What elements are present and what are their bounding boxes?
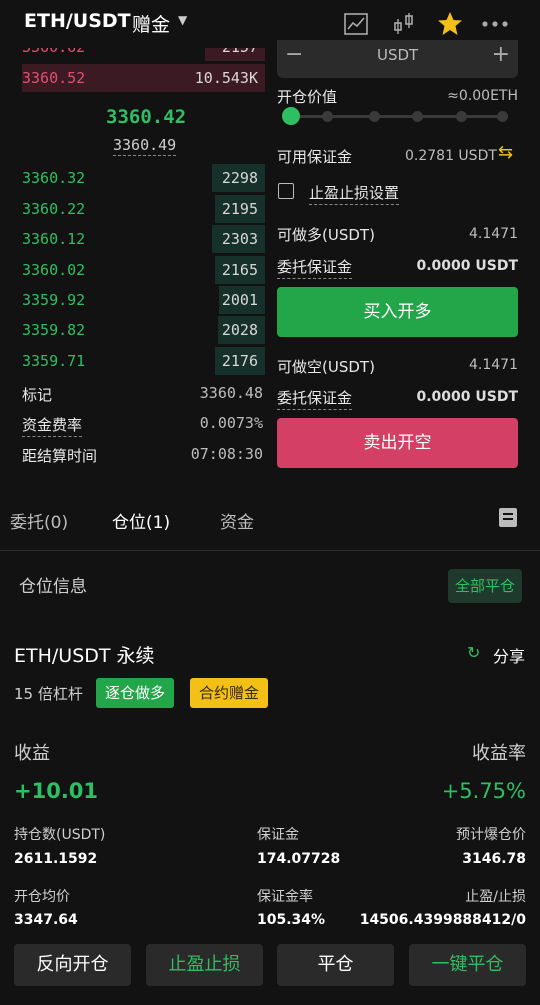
pnl-value: +10.01	[14, 779, 99, 803]
buy-price: 3359.71	[22, 352, 86, 370]
margin-rate-label: 保证金率	[257, 889, 313, 905]
margin-long-label[interactable]: 委托保证金	[277, 256, 353, 279]
buy-qty: 2028	[221, 321, 258, 339]
buy-price: 3359.92	[22, 291, 86, 309]
slider-handle[interactable]	[282, 107, 300, 125]
candlestick-icon[interactable]	[390, 10, 418, 38]
position-section-title: 仓位信息	[19, 577, 87, 597]
orderbook-sell-row[interactable]: 3360.52 10.543K	[0, 63, 265, 93]
pair-title[interactable]: ETH/USDT	[24, 10, 131, 32]
sell-price: 3360.62	[22, 48, 85, 56]
buy-qty: 2176	[221, 352, 258, 370]
margin-rate-value: 105.34%	[257, 912, 326, 928]
amount-stepper[interactable]: − USDT +	[277, 40, 518, 78]
divider	[0, 550, 540, 551]
open-value: ≈0.00ETH	[447, 88, 518, 104]
chevron-down-icon[interactable]: ▼	[178, 13, 187, 27]
tab-positions[interactable]: 仓位(1)	[112, 508, 170, 533]
orderbook-buy-row[interactable]: 3360.22 2195	[0, 194, 265, 224]
size-label: 持仓数(USDT)	[14, 827, 106, 843]
margin-label: 保证金	[257, 827, 299, 843]
orderbook-buy-row[interactable]: 3359.92 2001	[0, 285, 265, 315]
orderbook-buy-row[interactable]: 3360.02 2165	[0, 255, 265, 285]
plus-icon[interactable]: +	[492, 42, 510, 67]
sell-short-button[interactable]: 卖出开空	[277, 418, 518, 468]
tab-orders[interactable]: 委托(0)	[10, 508, 68, 533]
mark-label: 标记	[22, 386, 53, 404]
sell-price: 3360.52	[22, 69, 86, 87]
minus-icon[interactable]: −	[285, 42, 303, 67]
tpsl-checkbox[interactable]	[278, 183, 294, 199]
list-icon[interactable]	[499, 508, 517, 527]
tab-assets[interactable]: 资金	[220, 508, 254, 533]
sell-qty: 10.543K	[194, 69, 258, 87]
buy-price: 3360.32	[22, 169, 86, 187]
funding-value: 0.0073%	[199, 414, 263, 432]
amount-slider[interactable]	[282, 107, 508, 125]
close-all-button[interactable]: 全部平仓	[448, 569, 522, 603]
orderbook-buy-row[interactable]: 3359.71 2176	[0, 346, 265, 376]
pnl-label: 收益	[14, 743, 50, 764]
pnl-rate-label: 收益率	[472, 743, 526, 764]
can-long-label: 可做多(USDT)	[277, 226, 375, 244]
buy-qty: 2165	[221, 261, 258, 279]
chart-line-icon[interactable]	[342, 10, 370, 38]
more-icon[interactable]	[480, 10, 508, 38]
buy-qty: 2303	[221, 230, 258, 248]
settle-value: 07:08:30	[190, 445, 263, 463]
available-value: 0.2781 USDT	[405, 148, 497, 164]
margin-short-label[interactable]: 委托保证金	[277, 387, 353, 410]
settle-label: 距结算时间	[22, 447, 98, 465]
mark-price[interactable]: 3360.49	[113, 136, 177, 156]
mark-value: 3360.48	[199, 384, 263, 402]
leverage-label: 15 倍杠杆	[14, 685, 83, 703]
share-link[interactable]: 分享	[493, 643, 525, 667]
position-symbol[interactable]: ETH/USDT 永续	[14, 641, 155, 668]
margin-value: 174.07728	[257, 851, 341, 867]
buy-qty: 2001	[221, 291, 258, 309]
tpsl-setting-label[interactable]: 止盈止损设置	[309, 182, 400, 205]
can-short-label: 可做空(USDT)	[277, 358, 375, 376]
can-long-value: 4.1471	[469, 226, 518, 242]
margin-short-value: 0.0000 USDT	[416, 389, 518, 405]
orderbook-sell-partial: 3360.62 2157	[0, 48, 265, 62]
one-click-close-button[interactable]: 一键平仓	[409, 944, 526, 986]
unit-input[interactable]: USDT	[377, 46, 418, 64]
funding-label[interactable]: 资金费率	[22, 414, 83, 437]
sell-qty: 2157	[222, 48, 258, 56]
tpsl-label: 止盈/止损	[465, 889, 526, 905]
tpsl-button[interactable]: 止盈止损	[146, 944, 263, 986]
share-icon[interactable]: ↻	[467, 643, 480, 662]
buy-qty: 2195	[221, 200, 258, 218]
buy-qty: 2298	[221, 169, 258, 187]
orderbook-buy-row[interactable]: 3360.32 2298	[0, 163, 265, 193]
entry-price-label: 开仓均价	[14, 889, 70, 905]
orderbook-buy-row[interactable]: 3359.82 2028	[0, 315, 265, 345]
tpsl-value: 14506.4399888412/0	[359, 912, 526, 928]
liq-price-value: 3146.78	[462, 851, 526, 867]
pnl-rate-value: +5.75%	[441, 779, 526, 803]
close-position-button[interactable]: 平仓	[277, 944, 394, 986]
gift-label[interactable]: 赠金	[132, 10, 170, 37]
entry-price-value: 3347.64	[14, 912, 78, 928]
transfer-icon[interactable]: ⇆	[498, 142, 513, 163]
last-price: 3360.42	[106, 106, 187, 128]
star-icon[interactable]	[436, 10, 464, 38]
available-label: 可用保证金	[277, 148, 353, 166]
open-value-label: 开仓价值	[277, 88, 338, 106]
reverse-open-button[interactable]: 反向开仓	[14, 944, 131, 986]
bonus-badge: 合约赠金	[190, 678, 269, 708]
size-value: 2611.1592	[14, 851, 98, 867]
buy-price: 3359.82	[22, 321, 86, 339]
isolated-long-badge: 逐仓做多	[96, 678, 175, 708]
buy-price: 3360.12	[22, 230, 86, 248]
margin-long-value: 0.0000 USDT	[416, 258, 518, 274]
buy-long-button[interactable]: 买入开多	[277, 287, 518, 337]
orderbook-buy-row[interactable]: 3360.12 2303	[0, 224, 265, 254]
buy-price: 3360.22	[22, 200, 86, 218]
can-short-value: 4.1471	[469, 357, 518, 373]
buy-price: 3360.02	[22, 261, 86, 279]
liq-price-label: 预计爆仓价	[456, 827, 526, 843]
